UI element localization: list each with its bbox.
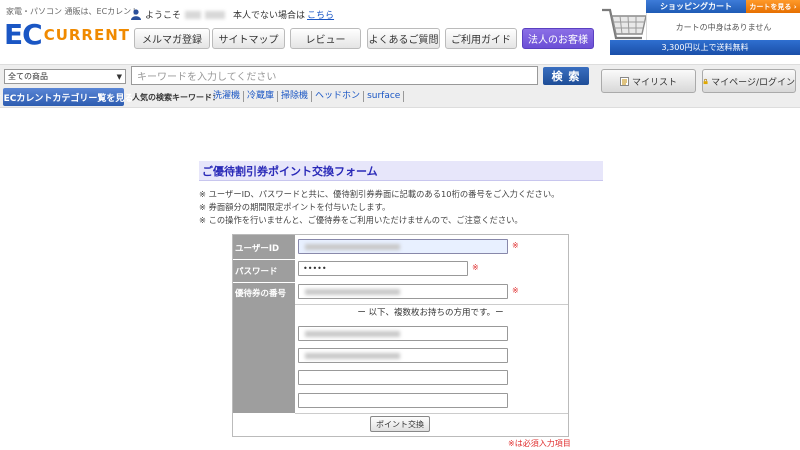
search-button[interactable]: 検 索 bbox=[543, 67, 589, 85]
mypage-login-button[interactable]: マイページ/ログイン bbox=[702, 69, 796, 93]
coupon-number-field-4[interactable] bbox=[298, 370, 508, 385]
user-id-label: ユーザーID bbox=[235, 244, 280, 254]
redacted-coupon-number bbox=[305, 289, 400, 295]
multiple-coupons-note: ー 以下、複数枚お持ちの方用です。ー bbox=[357, 308, 504, 318]
keyword-link[interactable]: 洗濯機 bbox=[213, 91, 245, 102]
not-you-text: 本人でない場合は bbox=[233, 11, 306, 21]
site-logo[interactable]: EC CURRENT bbox=[4, 21, 130, 49]
popular-keywords-label: 人気の検索キーワード： bbox=[132, 93, 220, 102]
nav-guide-button[interactable]: ご利用ガイド bbox=[445, 28, 517, 49]
redacted-name-honorific bbox=[205, 10, 226, 19]
user-icon bbox=[131, 9, 141, 20]
user-id-field[interactable] bbox=[298, 239, 508, 254]
instruction-line: ※ この操作を行いませんと、ご優待券をご利用いただけませんので、ご注意ください。 bbox=[199, 215, 523, 225]
free-shipping-banner: 3,300円以上で送料無料 bbox=[610, 40, 800, 55]
category-select[interactable]: 全ての商品 ▼ bbox=[4, 69, 126, 84]
redacted-coupon-number bbox=[305, 331, 400, 337]
keyword-link[interactable]: surface bbox=[364, 91, 405, 102]
instruction-line: ※ 券面額分の期間限定ポイントを付与いたします。 bbox=[199, 202, 391, 212]
welcome-prefix: ようこそ bbox=[145, 11, 182, 21]
logo-current-text: CURRENT bbox=[43, 26, 131, 44]
site-header: 家電・パソコン 通販は、ECカレント EC CURRENT ようこそ 本人でない… bbox=[0, 0, 800, 64]
site-tagline: 家電・パソコン 通販は、ECカレント bbox=[6, 7, 140, 16]
password-field[interactable]: ••••• bbox=[298, 261, 468, 276]
nav-newsletter-button[interactable]: メルマガ登録 bbox=[134, 28, 210, 49]
nav-review-button[interactable]: レビュー bbox=[290, 28, 361, 49]
lock-icon bbox=[703, 78, 708, 84]
not-you-link[interactable]: こちら bbox=[307, 8, 334, 21]
keyword-search-input[interactable]: キーワードを入力してください bbox=[131, 66, 538, 85]
view-cart-button[interactable]: カートを見る › bbox=[746, 0, 800, 13]
required-mark: ※ bbox=[512, 286, 519, 295]
cart-title: ショッピングカート bbox=[646, 0, 746, 13]
coupon-number-field-2[interactable] bbox=[298, 326, 508, 341]
password-value: ••••• bbox=[303, 264, 327, 273]
redacted-name bbox=[185, 10, 202, 19]
keyword-link[interactable]: 掃除機 bbox=[278, 91, 313, 102]
point-exchange-button[interactable]: ポイント交換 bbox=[370, 416, 430, 432]
category-list-button[interactable]: ▼ ECカレントカテゴリー覧を見る bbox=[0, 88, 133, 106]
row-divider bbox=[295, 413, 568, 414]
redacted-user-id bbox=[305, 244, 400, 250]
logo-ec-text: EC bbox=[4, 18, 43, 51]
list-icon bbox=[619, 76, 629, 86]
mylist-button[interactable]: マイリスト bbox=[601, 69, 696, 93]
cart-status: カートの中身はありません bbox=[646, 13, 800, 41]
form-instructions: ※ ユーザーID、パスワードと共に、優待割引券券面に記載のある10桁の番号をご入… bbox=[199, 188, 559, 227]
chevron-down-icon: ▼ bbox=[116, 72, 122, 81]
coupon-number-field-5[interactable] bbox=[298, 393, 508, 408]
nav-faq-button[interactable]: よくあるご質問 bbox=[367, 28, 440, 49]
search-bar-area: 全ての商品 ▼ キーワードを入力してください 検 索 ▼ ECカレントカテゴリー… bbox=[0, 64, 800, 108]
nav-sitemap-button[interactable]: サイトマップ bbox=[212, 28, 285, 49]
keyword-link[interactable]: ヘッドホン bbox=[312, 91, 365, 102]
password-label: パスワード bbox=[235, 267, 278, 277]
keyword-link[interactable]: 冷蔵庫 bbox=[244, 91, 279, 102]
welcome-message: ようこそ 本人でない場合は こちら bbox=[131, 8, 334, 21]
instruction-line: ※ ユーザーID、パスワードと共に、優待割引券券面に記載のある10桁の番号をご入… bbox=[199, 189, 560, 199]
required-mark: ※ bbox=[512, 241, 519, 250]
redacted-coupon-number bbox=[305, 353, 400, 359]
page-title: ご優待割引券ポイント交換フォーム bbox=[199, 161, 603, 181]
mylist-label: マイリスト bbox=[631, 77, 677, 88]
required-mark: ※ bbox=[472, 263, 479, 272]
category-select-value: 全ての商品 bbox=[8, 72, 48, 81]
coupon-number-field[interactable] bbox=[298, 284, 508, 299]
popular-keywords-list: 洗濯機 冷蔵庫 掃除機 ヘッドホン surface bbox=[213, 91, 405, 102]
nav-corporate-button[interactable]: 法人のお客様 bbox=[522, 28, 594, 49]
coupon-number-field-3[interactable] bbox=[298, 348, 508, 363]
row-divider bbox=[295, 304, 568, 305]
required-fields-note: ※は必須入力項目 bbox=[508, 439, 571, 448]
login-label: マイページ/ログイン bbox=[711, 77, 795, 88]
coupon-number-label: 優待券の番号 bbox=[235, 289, 287, 299]
